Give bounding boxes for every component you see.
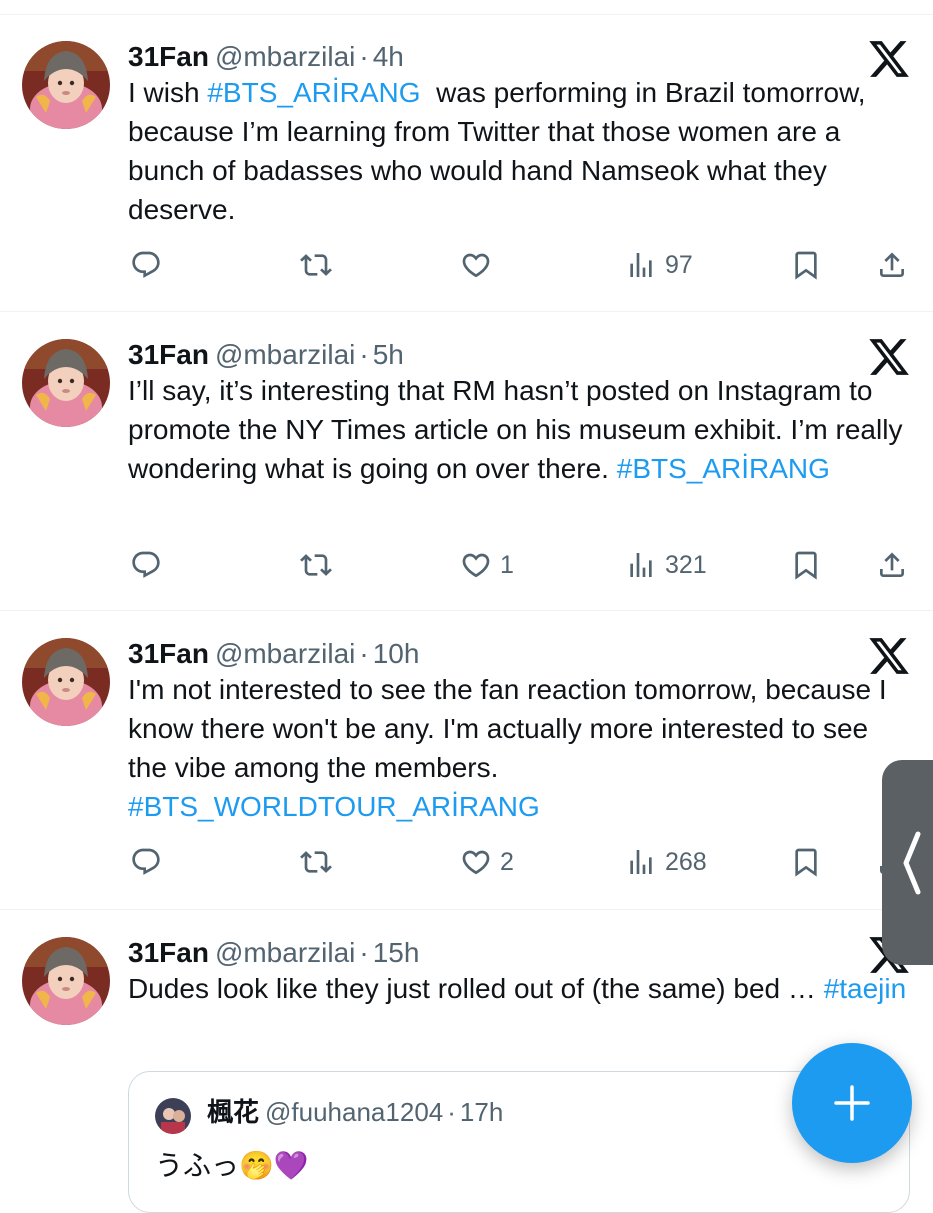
hashtag-link[interactable]: #BTS_WORLDTOUR_ARİRANG: [128, 791, 540, 822]
views-button[interactable]: 97: [625, 245, 693, 285]
plus-icon: [834, 1085, 870, 1121]
views-button[interactable]: 321: [625, 545, 707, 585]
tweet-text-part: I'm not interested to see the fan reacti…: [128, 674, 887, 783]
chevron-left-icon: [903, 831, 921, 894]
reply-icon: [130, 549, 162, 581]
avatar[interactable]: [22, 937, 110, 1025]
tweet[interactable]: 31Fan @mbarzilai · 5h I’ll say, it’s intere…: [0, 313, 933, 611]
tweet-header: 31Fan @mbarzilai · 15h: [128, 935, 419, 971]
quoted-text: うふっ🤭💜: [155, 1150, 309, 1181]
action-bar: 1 321: [128, 545, 913, 585]
tweet-text: I’ll say, it’s interesting that RM hasn’…: [128, 371, 913, 488]
share-button[interactable]: [876, 245, 908, 285]
side-panel-tab[interactable]: [882, 760, 933, 965]
reply-icon: [130, 846, 162, 878]
hashtag-link[interactable]: #BTS_ARİRANG: [617, 453, 830, 484]
tweet-text-part: I wish: [128, 77, 208, 108]
dot-separator: ·: [359, 41, 369, 72]
divider: [0, 311, 933, 312]
divider: [0, 909, 933, 910]
action-bar: 2 268: [128, 842, 913, 882]
views-icon: [625, 549, 657, 581]
like-button[interactable]: 1: [460, 545, 514, 585]
timestamp[interactable]: 5h: [373, 339, 404, 370]
reply-icon: [130, 249, 162, 281]
retweet-icon: [300, 249, 332, 281]
view-count: 97: [665, 250, 693, 279]
author-handle[interactable]: @mbarzilai: [215, 638, 355, 669]
views-icon: [625, 249, 657, 281]
tweet-text: I'm not interested to see the fan reacti…: [128, 670, 913, 826]
avatar[interactable]: [22, 339, 110, 427]
timestamp[interactable]: 4h: [373, 41, 404, 72]
author-name[interactable]: 31Fan: [128, 41, 209, 72]
retweet-icon: [300, 549, 332, 581]
bookmark-icon: [790, 249, 822, 281]
timestamp[interactable]: 10h: [373, 638, 420, 669]
views-icon: [625, 846, 657, 878]
retweet-button[interactable]: [300, 842, 332, 882]
like-count: 1: [500, 550, 514, 579]
share-button[interactable]: [876, 545, 908, 585]
view-count: 268: [665, 847, 707, 876]
quoted-header: 楓花 @fuuhana1204 · 17h: [207, 1094, 503, 1130]
author-handle[interactable]: @mbarzilai: [215, 937, 355, 968]
like-count: 2: [500, 847, 514, 876]
tweet-text-part: Dudes look like they just rolled out of …: [128, 973, 824, 1004]
hashtag-link[interactable]: #taejin: [824, 973, 907, 1004]
tweet-header: 31Fan @mbarzilai · 4h: [128, 39, 404, 75]
bookmark-button[interactable]: [790, 842, 822, 882]
retweet-icon: [300, 846, 332, 878]
avatar[interactable]: [22, 638, 110, 726]
retweet-button[interactable]: [300, 245, 332, 285]
heart-icon: [460, 249, 492, 281]
tweet[interactable]: 31Fan @mbarzilai · 4h I wish #BTS_ARİRANG w…: [0, 15, 933, 312]
tweet[interactable]: 31Fan @mbarzilai · 10h I'm not interested t…: [0, 612, 933, 910]
timestamp[interactable]: 15h: [373, 937, 420, 968]
quoted-author-name[interactable]: 楓花: [207, 1097, 259, 1127]
avatar[interactable]: [22, 41, 110, 129]
tweet[interactable]: 31Fan @mbarzilai · 15h Dudes look like they…: [0, 911, 933, 1213]
views-button[interactable]: 268: [625, 842, 707, 882]
author-name[interactable]: 31Fan: [128, 937, 209, 968]
dot-separator: ·: [359, 339, 369, 370]
tweet-header: 31Fan @mbarzilai · 10h: [128, 636, 419, 672]
like-button[interactable]: 2: [460, 842, 514, 882]
author-name[interactable]: 31Fan: [128, 339, 209, 370]
view-count: 321: [665, 550, 707, 579]
bookmark-icon: [790, 549, 822, 581]
reply-button[interactable]: [130, 245, 162, 285]
action-bar: 97: [128, 245, 913, 285]
like-button[interactable]: [460, 245, 500, 285]
hashtag-link[interactable]: #BTS_ARİRANG: [207, 77, 420, 108]
dot-separator: ·: [447, 1097, 456, 1127]
dot-separator: ·: [359, 638, 369, 669]
quoted-avatar[interactable]: [155, 1098, 191, 1134]
author-name[interactable]: 31Fan: [128, 638, 209, 669]
reply-button[interactable]: [130, 545, 162, 585]
reply-button[interactable]: [130, 842, 162, 882]
share-icon: [876, 549, 908, 581]
bookmark-button[interactable]: [790, 545, 822, 585]
quoted-timestamp: 17h: [459, 1097, 504, 1127]
heart-icon: [460, 846, 492, 878]
quoted-author-handle[interactable]: @fuuhana1204: [265, 1097, 443, 1127]
bookmark-icon: [790, 846, 822, 878]
share-icon: [876, 249, 908, 281]
tweet-text: Dudes look like they just rolled out of …: [128, 969, 913, 1008]
author-handle[interactable]: @mbarzilai: [215, 339, 355, 370]
author-handle[interactable]: @mbarzilai: [215, 41, 355, 72]
retweet-button[interactable]: [300, 545, 332, 585]
divider: [0, 610, 933, 611]
bookmark-button[interactable]: [790, 245, 822, 285]
dot-separator: ·: [359, 937, 369, 968]
compose-button[interactable]: [792, 1043, 912, 1163]
tweet-header: 31Fan @mbarzilai · 5h: [128, 337, 404, 373]
heart-icon: [460, 549, 492, 581]
tweet-text: I wish #BTS_ARİRANG was performing in Br…: [128, 73, 913, 229]
